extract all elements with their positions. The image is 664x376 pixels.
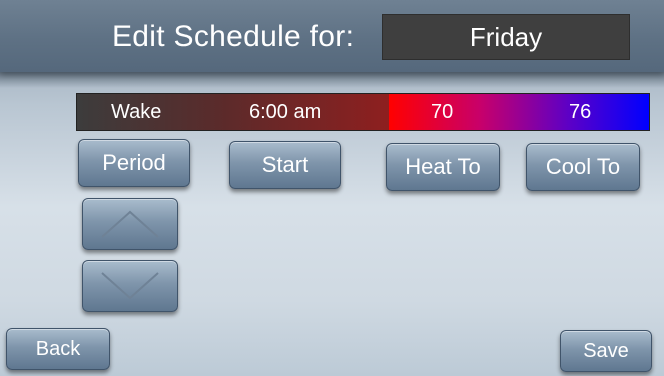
cool-to-button[interactable]: Cool To (526, 143, 640, 191)
period-button[interactable]: Period (78, 139, 190, 187)
back-button[interactable]: Back (6, 328, 110, 370)
start-button[interactable]: Start (229, 141, 341, 189)
header-shadow (0, 72, 664, 88)
start-time-value: 6:00 am (249, 100, 322, 123)
chevron-down-icon (98, 269, 162, 303)
period-value: Wake (111, 100, 162, 123)
cool-to-value: 76 (569, 100, 592, 123)
schedule-row-temps: 70 76 (389, 94, 649, 130)
page-title: Edit Schedule for: (112, 20, 355, 53)
scroll-up-button[interactable] (82, 198, 178, 250)
heat-to-button[interactable]: Heat To (386, 143, 500, 191)
heat-to-value: 70 (431, 100, 454, 123)
day-selector[interactable]: Friday (382, 14, 630, 60)
schedule-row: Wake 6:00 am 70 76 (76, 93, 650, 131)
chevron-up-icon (98, 207, 162, 241)
schedule-row-period-start: Wake 6:00 am (77, 94, 389, 130)
save-button[interactable]: Save (560, 330, 652, 372)
scroll-down-button[interactable] (82, 260, 178, 312)
